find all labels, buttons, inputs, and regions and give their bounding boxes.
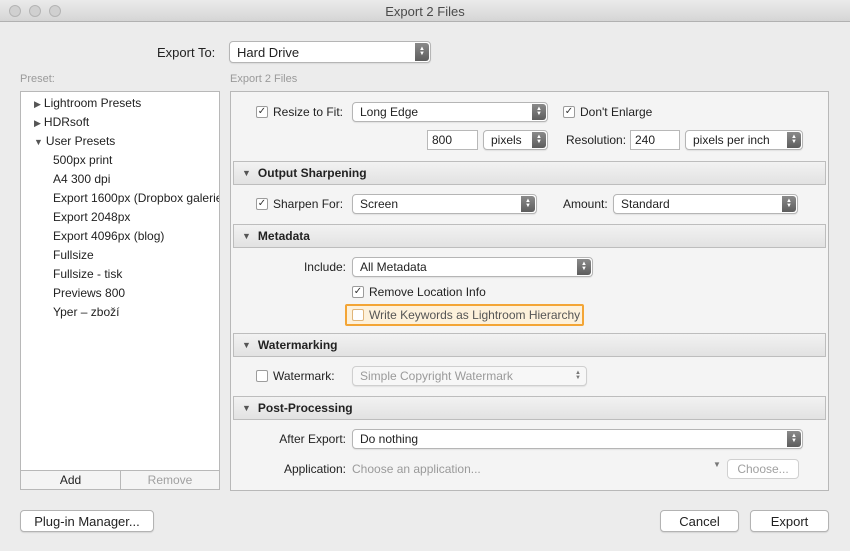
title-bar: Export 2 Files [0, 0, 850, 22]
include-label: Include: [303, 260, 346, 274]
remove-location-checkbox[interactable]: ✓ [352, 286, 364, 298]
write-keywords-label: Write Keywords as Lightroom Hierarchy [369, 308, 581, 322]
disclosure-down-icon[interactable]: ▼ [242, 403, 251, 413]
sharpen-for-checkbox[interactable]: ✓ [256, 198, 268, 210]
dont-enlarge-label: Don't Enlarge [580, 105, 653, 119]
export-to-label: Export To: [157, 45, 216, 60]
write-keywords-checkbox[interactable] [352, 309, 364, 321]
plugin-manager-button[interactable]: Plug-in Manager... [20, 510, 154, 532]
preset-buttons-bar: Add Remove [20, 470, 220, 490]
preset-item[interactable]: Export 1600px (Dropbox galerie [53, 191, 219, 205]
remove-preset-button[interactable]: Remove [121, 471, 219, 489]
preset-item[interactable]: 500px print [53, 153, 112, 167]
popup-arrows-icon: ▲ ▼ [532, 132, 546, 148]
disclosure-down-icon[interactable]: ▼ [242, 231, 251, 241]
after-export-popup[interactable]: Do nothing ▲ ▼ [352, 429, 803, 449]
application-label: Application: [283, 462, 346, 476]
export-to-value: Hard Drive [237, 44, 300, 60]
preset-item[interactable]: A4 300 dpi [53, 172, 110, 186]
after-export-label: After Export: [279, 432, 346, 446]
popup-arrows-icon: ▲ ▼ [575, 370, 581, 381]
size-value-field[interactable]: 800 [427, 130, 478, 150]
disclosure-down-icon[interactable]: ▼ [34, 137, 43, 147]
popup-arrows-icon: ▲ ▼ [532, 104, 546, 120]
application-field[interactable]: Choose an application... [352, 462, 481, 476]
preset-folder-hdrsoft[interactable]: ▶ HDRsoft [34, 115, 89, 129]
watermarking-header[interactable]: ▼ Watermarking [233, 333, 826, 357]
add-preset-button[interactable]: Add [21, 471, 121, 489]
watermark-popup[interactable]: Simple Copyright Watermark ▲ ▼ [352, 366, 587, 386]
export-to-popup[interactable]: Hard Drive ▲ ▼ [229, 41, 431, 63]
preset-item[interactable]: Yper – zboží [53, 305, 119, 319]
remove-location-label: Remove Location Info [369, 285, 486, 299]
preset-item[interactable]: Export 4096px (blog) [53, 229, 164, 243]
resize-to-fit-checkbox[interactable]: ✓ [256, 106, 268, 118]
resolution-field[interactable]: 240 [630, 130, 680, 150]
dont-enlarge-checkbox[interactable]: ✓ [563, 106, 575, 118]
popup-arrows-icon: ▲ ▼ [787, 132, 801, 148]
sharpen-for-label: Sharpen For: [273, 197, 344, 211]
size-unit-popup[interactable]: pixels ▲ ▼ [483, 130, 548, 150]
preset-item[interactable]: Export 2048px [53, 210, 130, 224]
choose-application-button[interactable]: Choose... [727, 459, 799, 479]
amount-label: Amount: [563, 197, 608, 211]
metadata-header[interactable]: ▼ Metadata [233, 224, 826, 248]
resize-to-fit-label: Resize to Fit: [273, 105, 344, 119]
cancel-button[interactable]: Cancel [660, 510, 739, 532]
preset-heading: Preset: [20, 73, 55, 85]
preset-folder-user[interactable]: ▼ User Presets [34, 134, 115, 148]
dropdown-arrow-icon[interactable]: ▼ [713, 460, 721, 469]
popup-arrows-icon: ▲ ▼ [782, 196, 796, 212]
disclosure-right-icon[interactable]: ▶ [34, 99, 41, 109]
amount-popup[interactable]: Standard ▲ ▼ [613, 194, 798, 214]
window-title: Export 2 Files [385, 4, 465, 19]
resize-mode-popup[interactable]: Long Edge ▲ ▼ [352, 102, 548, 122]
disclosure-down-icon[interactable]: ▼ [242, 340, 251, 350]
preset-item[interactable]: Fullsize - tisk [53, 267, 122, 281]
output-sharpening-header[interactable]: ▼ Output Sharpening [233, 161, 826, 185]
preset-item[interactable]: Fullsize [53, 248, 94, 262]
resolution-label: Resolution: [566, 133, 627, 147]
disclosure-right-icon[interactable]: ▶ [34, 118, 41, 128]
preset-list: ▶ Lightroom Presets ▶ HDRsoft ▼ User Preset… [20, 91, 220, 490]
sharpen-for-popup[interactable]: Screen ▲ ▼ [352, 194, 537, 214]
export-button[interactable]: Export [750, 510, 829, 532]
popup-arrows-icon: ▲ ▼ [787, 431, 801, 447]
post-processing-header[interactable]: ▼ Post-Processing [233, 396, 826, 420]
include-popup[interactable]: All Metadata ▲ ▼ [352, 257, 593, 277]
popup-arrows-icon: ▲ ▼ [521, 196, 535, 212]
popup-arrows-icon: ▲ ▼ [577, 259, 591, 275]
disclosure-down-icon[interactable]: ▼ [242, 168, 251, 178]
popup-arrows-icon: ▲ ▼ [415, 43, 429, 61]
watermark-label: Watermark: [273, 369, 335, 383]
preset-item[interactable]: Previews 800 [53, 286, 125, 300]
watermark-checkbox[interactable] [256, 370, 268, 382]
resolution-unit-popup[interactable]: pixels per inch ▲ ▼ [685, 130, 803, 150]
preset-folder-lightroom[interactable]: ▶ Lightroom Presets [34, 96, 141, 110]
main-heading: Export 2 Files [230, 73, 298, 85]
